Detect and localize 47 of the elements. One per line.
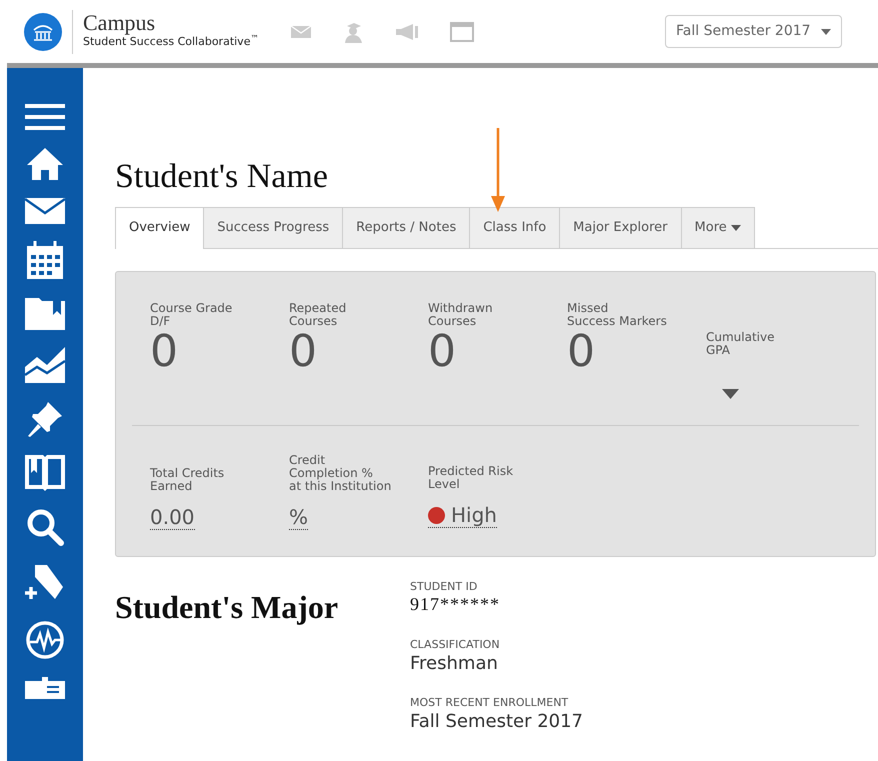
detail-value: Freshman (410, 654, 499, 674)
major-title: Student's Major (115, 588, 340, 627)
calendar-icon[interactable] (27, 241, 63, 279)
tab[interactable]: Reports / Notes (342, 207, 470, 248)
metric-value[interactable]: High (428, 503, 497, 528)
metric-value[interactable]: % (289, 504, 308, 530)
metric-label: Cumulative GPA (706, 330, 776, 357)
menu-icon[interactable] (25, 104, 65, 130)
detail-label: CLASSIFICATION (410, 637, 501, 654)
caret-icon (821, 28, 831, 34)
metric-value[interactable]: 0.00 (150, 504, 195, 530)
tab[interactable]: More (680, 207, 755, 248)
app-subtitle: Student Success Collaborative$^{™}$ (83, 34, 259, 50)
metric-value: 0 (567, 328, 596, 376)
caret-icon[interactable] (722, 388, 739, 399)
envelope-icon[interactable] (25, 198, 65, 224)
pushpin-icon[interactable] (26, 400, 64, 438)
tab[interactable]: Overview (115, 207, 204, 249)
metric-label: Withdrawn Courses (428, 302, 494, 328)
term-select[interactable]: Fall Semester 2017 (665, 15, 842, 48)
tab[interactable]: Major Explorer (559, 207, 682, 248)
detail-label: STUDENT ID (410, 578, 478, 595)
tab[interactable]: Success Progress (203, 207, 344, 248)
app-title: Campus (83, 12, 156, 34)
tab[interactable]: Class Info (469, 207, 560, 248)
metric-value: 0 (289, 328, 318, 376)
detail-value: 917****** (410, 595, 501, 616)
metric-label: Missed Success Markers (567, 302, 668, 328)
detail-value: Fall Semester 2017 (410, 712, 584, 732)
metric-label: Repeated Courses (289, 302, 348, 328)
folder-icon[interactable] (25, 296, 65, 330)
metric-label: Credit Completion % at this Institution (289, 454, 392, 493)
activity-icon[interactable] (25, 620, 65, 660)
metric-label: Course Grade D/F (150, 302, 234, 328)
metric-label: Total Credits Earned (150, 466, 226, 493)
presentation-icon[interactable] (25, 677, 65, 699)
caret-icon (730, 225, 741, 232)
chart-icon[interactable] (25, 347, 65, 383)
metric-label: Predicted Risk Level (428, 465, 514, 492)
detail-label: MOST RECENT ENROLLMENT (410, 695, 570, 712)
metric-value: 0 (150, 328, 179, 376)
student-name: Student's Name (115, 158, 329, 196)
metric-value: 0 (428, 328, 457, 376)
home-icon[interactable] (26, 147, 64, 181)
logo-icon[interactable] (24, 12, 62, 50)
search-icon[interactable] (26, 508, 64, 546)
book-icon[interactable] (25, 455, 65, 491)
